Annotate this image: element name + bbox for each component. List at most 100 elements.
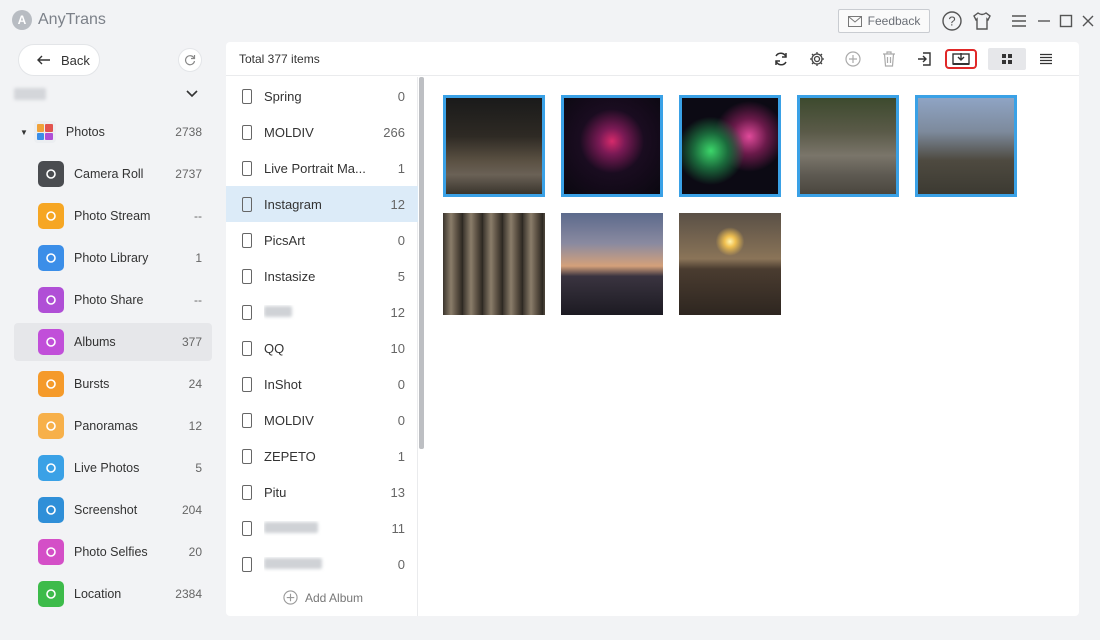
refresh-icon <box>184 55 196 66</box>
sidebar-item-photo-library[interactable]: Photo Library 1 <box>14 239 212 277</box>
album-list-item[interactable]: InShot 0 <box>226 366 418 402</box>
photo-thumbnail[interactable] <box>797 95 899 197</box>
add-album-button[interactable]: Add Album <box>283 590 363 605</box>
settings-button[interactable] <box>805 48 829 70</box>
redacted-album-name <box>264 521 318 533</box>
menu-icon[interactable] <box>1007 9 1031 33</box>
gear-icon <box>810 52 824 66</box>
sidebar-item-photo-share[interactable]: Photo Share -- <box>14 281 212 319</box>
back-button[interactable]: Back <box>18 44 100 76</box>
sidebar-item-panoramas[interactable]: Panoramas 12 <box>14 407 212 445</box>
export-to-computer-button[interactable] <box>945 49 977 69</box>
album-label: MOLDIV <box>264 124 314 140</box>
photos-label: Photos <box>65 125 105 139</box>
device-name-redacted[interactable] <box>14 88 46 100</box>
expand-triangle-icon[interactable]: ▼ <box>20 128 28 137</box>
refresh-button[interactable] <box>769 48 793 70</box>
album-list-item[interactable]: ZEPETO 1 <box>226 438 418 474</box>
album-count: 1 <box>397 160 405 176</box>
photos-count: 2738 <box>175 125 202 139</box>
sidebar-item-label: Photo Stream <box>74 209 151 223</box>
photo-thumbnail[interactable] <box>679 95 781 197</box>
screenshot-icon <box>38 497 64 523</box>
sidebar-item-camera-roll[interactable]: Camera Roll 2737 <box>14 155 212 193</box>
list-view-button[interactable] <box>1034 48 1058 70</box>
photo-thumbnail[interactable] <box>561 95 663 197</box>
album-list-item[interactable]: Live Portrait Ma... 1 <box>226 150 418 186</box>
sidebar-item-location[interactable]: Location 2384 <box>14 575 212 613</box>
album-count: 0 <box>397 376 405 392</box>
album-list-item[interactable]: Pitu 13 <box>226 474 418 510</box>
photo-thumbnail[interactable] <box>443 213 545 315</box>
sidebar-item-label: Photo Library <box>74 251 149 265</box>
minimize-icon[interactable] <box>1032 9 1056 33</box>
album-list-item[interactable]: MOLDIV 0 <box>226 402 418 438</box>
phone-icon <box>242 520 252 536</box>
album-list-item[interactable]: 11 <box>226 510 418 546</box>
album-list-scrollbar[interactable] <box>419 77 424 449</box>
phone-icon <box>242 484 252 500</box>
close-icon[interactable] <box>1076 9 1100 33</box>
app-title: AnyTrans <box>38 11 106 28</box>
album-count: 12 <box>390 304 405 320</box>
chevron-down-icon[interactable] <box>186 86 198 101</box>
album-label: PicsArt <box>264 232 306 248</box>
photo-image <box>682 98 778 194</box>
album-list-item[interactable]: 12 <box>226 294 418 330</box>
sidebar-item-albums[interactable]: Albums 377 <box>14 323 212 361</box>
skin-shirt-icon[interactable] <box>970 9 994 33</box>
phone-icon <box>242 340 252 356</box>
sidebar-item-count: 2384 <box>175 587 202 601</box>
photo-image <box>918 98 1014 194</box>
sidebar-item-label: Photo Share <box>74 293 144 307</box>
photo-thumbnail[interactable] <box>561 213 663 315</box>
phone-icon <box>242 556 252 572</box>
album-label: Instasize <box>264 268 316 284</box>
selfie-icon <box>38 539 64 565</box>
device-refresh-button[interactable] <box>178 48 202 72</box>
live-photos-icon <box>38 455 64 481</box>
feedback-button[interactable]: Feedback <box>838 9 930 33</box>
album-list-item[interactable]: Spring 0 <box>226 78 418 114</box>
maximize-icon[interactable] <box>1054 9 1078 33</box>
sidebar-item-photo-selfies[interactable]: Photo Selfies 20 <box>14 533 212 571</box>
album-list-item[interactable]: QQ 10 <box>226 330 418 366</box>
sidebar-item-live-photos[interactable]: Live Photos 5 <box>14 449 212 487</box>
add-button[interactable] <box>841 48 865 70</box>
grid-icon <box>1002 54 1012 64</box>
album-count: 0 <box>397 412 405 428</box>
photo-thumbnail[interactable] <box>915 95 1017 197</box>
total-items-label: Total 377 items <box>239 52 320 66</box>
sidebar-item-label: Camera Roll <box>74 167 144 181</box>
photos-tree-node[interactable]: ▼ Photos 2738 <box>14 118 212 146</box>
album-list-item[interactable]: Instasize 5 <box>226 258 418 294</box>
photo-thumbnail[interactable] <box>443 95 545 197</box>
album-label: Spring <box>264 88 302 104</box>
sidebar-item-count: -- <box>194 293 202 307</box>
album-count: 0 <box>397 88 405 104</box>
sidebar-item-photo-stream[interactable]: Photo Stream -- <box>14 197 212 235</box>
sidebar-item-label: Photo Selfies <box>74 545 148 559</box>
album-label: Instagram <box>264 196 322 212</box>
album-list-item[interactable]: Instagram 12 <box>226 186 418 222</box>
arrow-left-icon <box>37 55 50 65</box>
mail-icon <box>847 15 862 27</box>
album-list-item[interactable]: PicsArt 0 <box>226 222 418 258</box>
sidebar-item-count: 20 <box>188 545 202 559</box>
albums-icon <box>38 329 64 355</box>
help-icon[interactable]: ? <box>940 9 964 33</box>
phone-icon <box>242 304 252 320</box>
album-list-item[interactable]: MOLDIV 266 <box>226 114 418 150</box>
sidebar-item-count: 24 <box>188 377 202 391</box>
svg-text:?: ? <box>948 14 955 29</box>
grid-view-button[interactable] <box>988 48 1026 70</box>
phone-icon <box>242 160 252 176</box>
sidebar-item-screenshot[interactable]: Screenshot 204 <box>14 491 212 529</box>
sidebar-item-bursts[interactable]: Bursts 24 <box>14 365 212 403</box>
album-label: Live Portrait Ma... <box>264 160 366 176</box>
photo-thumbnail[interactable] <box>679 213 781 315</box>
import-button[interactable] <box>913 48 937 70</box>
delete-button[interactable] <box>877 48 901 70</box>
phone-icon <box>242 376 252 392</box>
album-list-item[interactable]: 0 <box>226 546 418 582</box>
